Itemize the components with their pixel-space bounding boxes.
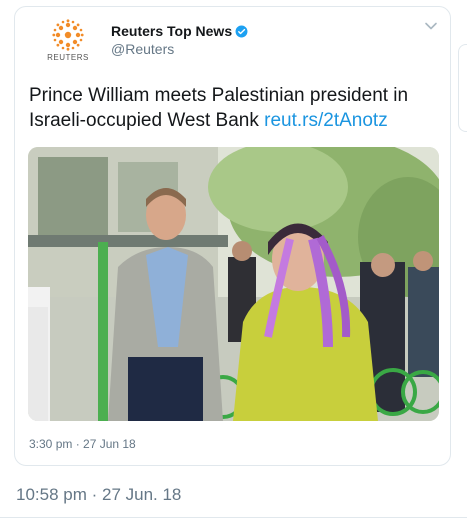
author-name-text[interactable]: Reuters Top News bbox=[111, 23, 232, 39]
post-timestamp: 10:58 pm · 27 Jun. 18 bbox=[16, 485, 182, 504]
verified-badge-icon bbox=[235, 25, 248, 38]
author-name[interactable]: Reuters Top News bbox=[111, 23, 248, 39]
tweet-link[interactable]: reut.rs/2tAnotz bbox=[264, 110, 388, 131]
tweet-text: Prince William meets Palestinian preside… bbox=[29, 83, 439, 133]
reuters-sun-icon bbox=[52, 19, 84, 51]
divider bbox=[0, 517, 467, 518]
author-handle[interactable]: @Reuters bbox=[111, 41, 174, 57]
tweet-timestamp[interactable]: 3:30 pm · 27 Jun 18 bbox=[29, 437, 136, 451]
tweet-photo[interactable] bbox=[28, 147, 439, 421]
reuters-logo[interactable]: REUTERS bbox=[37, 19, 99, 65]
chevron-down-icon[interactable] bbox=[424, 19, 438, 33]
embedded-tweet-card[interactable]: REUTERS Reuters Top News @Reuters Prince… bbox=[14, 6, 451, 466]
logo-wordmark: REUTERS bbox=[47, 53, 89, 62]
scrollbar-edge bbox=[458, 44, 467, 132]
